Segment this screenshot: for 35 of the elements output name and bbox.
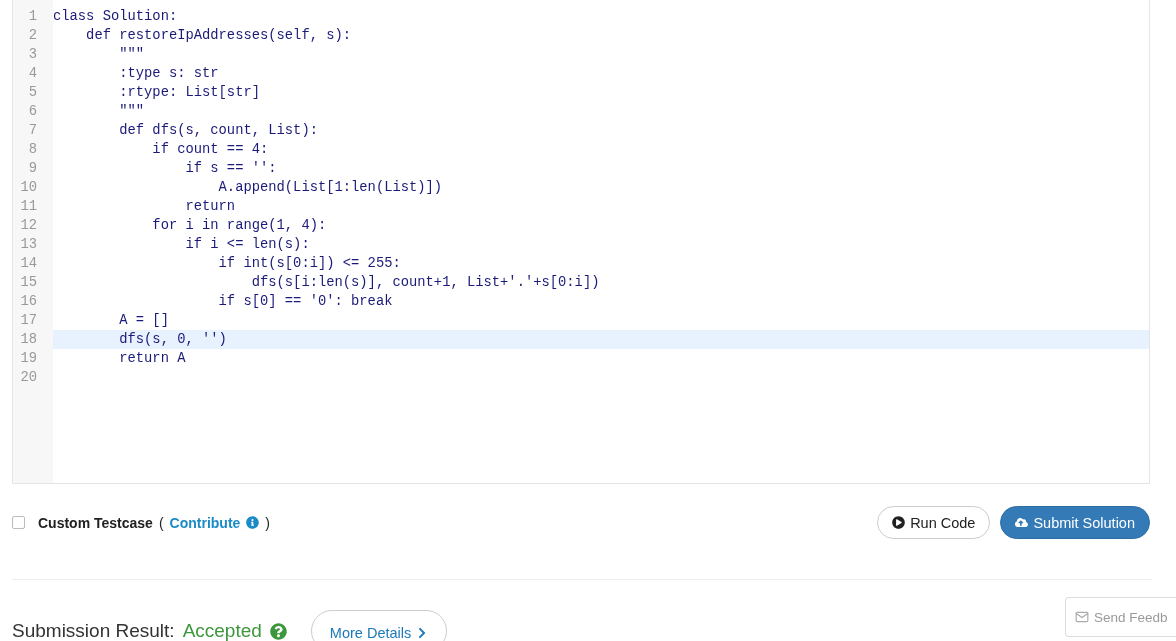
- more-details-button[interactable]: More Details: [310, 610, 448, 641]
- code-line: dfs(s[i:len(s)], count+1, List+'.'+s[0:i]): [250, 274, 600, 292]
- info-icon: [246, 516, 260, 529]
- code-line: return A: [118, 350, 186, 368]
- parenthesis: (: [158, 514, 164, 531]
- checkbox[interactable]: [12, 516, 25, 529]
- parenthesis: ): [265, 514, 270, 531]
- result-status: Accepted: [182, 620, 262, 641]
- code-line: A.append(List[1:len(List)]): [217, 179, 443, 197]
- code-line: def dfs(s, count, List):: [118, 122, 318, 140]
- submit-button[interactable]: Submit Solution: [1000, 506, 1150, 539]
- custom-testcase-label: Custom Testcase: [38, 514, 153, 531]
- code-line: if count == 4:: [151, 141, 269, 159]
- cloud-upload-icon: [1015, 516, 1029, 529]
- code-line: if s[0] == '0': break: [217, 293, 393, 311]
- code-line: if i <= len(s):: [184, 236, 310, 254]
- run-button[interactable]: Run Code: [877, 506, 991, 539]
- code-line: def restoreIpAddresses(self, s):: [85, 27, 352, 45]
- result-label: Submission Result:: [12, 620, 175, 641]
- code-editor[interactable]: [12, 0, 1150, 484]
- code-line: """: [118, 103, 145, 121]
- code-line: return: [184, 198, 236, 216]
- contribute-link[interactable]: Contribute: [169, 514, 241, 531]
- code-line: for i in range(1, 4):: [151, 217, 327, 235]
- send-feedback-button[interactable]: Send Feedb: [1065, 597, 1176, 637]
- code-line: dfs(s, 0, ''): [118, 331, 227, 349]
- code-line: """: [118, 46, 145, 64]
- code-line: :type s: str: [118, 65, 219, 83]
- help-icon: [269, 622, 287, 640]
- code-line: if int(s[0:i]) <= 255:: [217, 255, 401, 273]
- code-line: :rtype: List[str]: [118, 84, 260, 102]
- code-line: A = []: [118, 312, 169, 330]
- envelope-icon: [1075, 610, 1089, 624]
- code-line: class Solution:: [53, 8, 178, 26]
- code-line: if s == '':: [184, 160, 277, 178]
